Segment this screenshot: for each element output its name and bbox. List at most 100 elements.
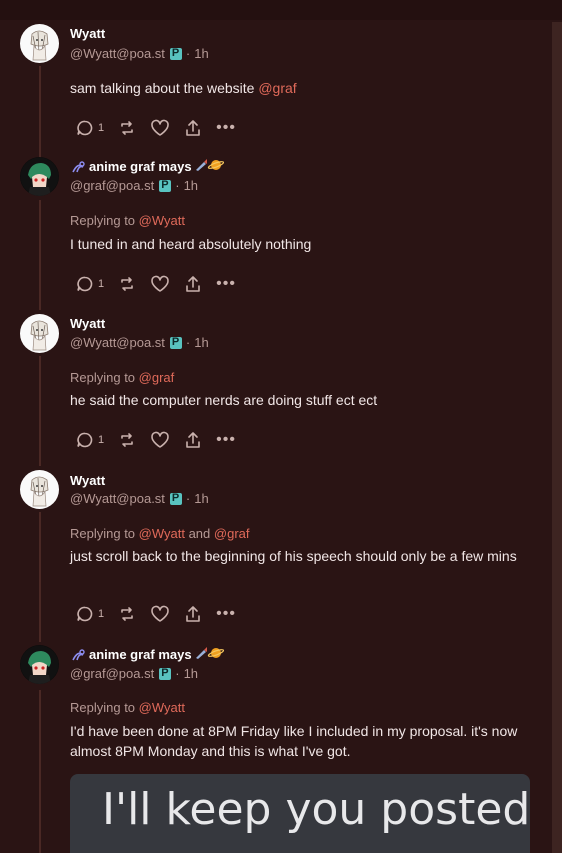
like-button[interactable] (150, 605, 170, 623)
post-timestamp[interactable]: 1h (194, 335, 208, 350)
reply-button[interactable]: 1 (76, 605, 104, 623)
share-icon (186, 606, 200, 622)
reply-count: 1 (98, 434, 105, 446)
heart-icon (151, 431, 169, 448)
post[interactable]: Wyatt @Wyatt@poa.st · 1h Replying to @gr… (0, 306, 552, 462)
reply-count: 1 (98, 122, 105, 134)
like-button[interactable] (150, 275, 170, 293)
post-actions: 1 ••• (76, 431, 250, 449)
repost-icon (121, 277, 133, 291)
reply-button[interactable]: 1 (76, 119, 104, 137)
avatar[interactable] (20, 24, 59, 63)
post-actions: 1 ••• (76, 275, 250, 293)
user-handle[interactable]: @Wyatt@poa.st (70, 46, 165, 61)
post[interactable]: Wyatt @Wyatt@poa.st · 1h Replying to @Wy… (0, 462, 552, 638)
avatar[interactable] (20, 157, 59, 196)
share-button[interactable] (184, 605, 202, 623)
display-name[interactable]: Wyatt (70, 26, 105, 41)
mention-link[interactable]: @graf (258, 80, 296, 96)
reply-count: 1 (98, 608, 105, 620)
post-timestamp[interactable]: 1h (194, 491, 208, 506)
more-options-button[interactable]: ••• (216, 119, 236, 136)
share-button[interactable] (184, 431, 202, 449)
repost-icon (121, 433, 133, 447)
display-name[interactable]: Wyatt (70, 316, 105, 331)
more-options-button[interactable]: ••• (216, 606, 236, 622)
mention-link[interactable]: @graf (214, 526, 250, 541)
separator: · (185, 335, 191, 350)
post-content: he said the computer nerds are doing stu… (70, 392, 378, 408)
display-name[interactable]: Wyatt (70, 473, 105, 488)
like-button[interactable] (150, 431, 170, 449)
avatar-image (20, 470, 59, 509)
more-icon: ••• (216, 431, 236, 448)
user-handle[interactable]: @Wyatt@poa.st (70, 491, 165, 506)
emoji-icon (72, 648, 85, 660)
display-name[interactable]: anime graf mays (70, 646, 224, 663)
avatar[interactable] (20, 314, 59, 353)
repost-icon (121, 607, 133, 621)
post-content: just scroll back to the beginning of his… (70, 548, 517, 564)
more-icon: ••• (216, 119, 236, 136)
post-content: I tuned in and heard absolutely nothing (70, 236, 312, 252)
share-icon (186, 276, 200, 292)
media-attachment[interactable]: I'll keep you posted (70, 774, 530, 853)
scrollbar[interactable] (552, 22, 562, 853)
share-button[interactable] (184, 119, 202, 137)
thread-feed: Wyatt @Wyatt@poa.st · 1h sam talking abo… (0, 0, 552, 853)
post[interactable]: Wyatt @Wyatt@poa.st · 1h sam talking abo… (0, 0, 552, 150)
post-meta: @graf@poa.st · 1h (70, 666, 198, 681)
post-meta: @Wyatt@poa.st · 1h (70, 335, 209, 350)
share-icon (186, 120, 200, 136)
replying-to: Replying to @Wyatt and @graf (70, 526, 250, 541)
share-icon (186, 432, 200, 448)
repost-button[interactable] (118, 605, 136, 623)
reply-icon (77, 276, 93, 292)
separator: · (175, 666, 180, 681)
replying-to: Replying to @Wyatt (70, 213, 185, 228)
reply-count: 1 (98, 278, 105, 290)
repost-button[interactable] (118, 275, 136, 293)
repost-button[interactable] (118, 431, 136, 449)
mention-link[interactable]: @Wyatt (139, 700, 185, 715)
post-content: sam talking about the website @graf (70, 80, 297, 96)
mention-link[interactable]: @graf (139, 370, 175, 385)
instance-badge-icon (159, 667, 172, 680)
post-actions: 1 ••• (76, 119, 250, 137)
heart-icon (151, 275, 169, 292)
avatar[interactable] (20, 470, 59, 509)
instance-badge-icon (169, 492, 182, 505)
instance-badge-icon (169, 47, 182, 60)
separator: · (185, 46, 191, 61)
post[interactable]: anime graf mays @graf@poa.st · 1h Replyi… (0, 150, 552, 306)
post-content: I'd have been done at 8PM Friday like I … (70, 723, 518, 759)
emoji-icon (72, 160, 85, 172)
reply-icon (77, 120, 93, 136)
replying-to: Replying to @graf (70, 370, 175, 385)
avatar-image (20, 645, 59, 684)
reply-button[interactable]: 1 (76, 275, 104, 293)
post-timestamp[interactable]: 1h (184, 178, 198, 193)
more-options-button[interactable]: ••• (216, 276, 236, 292)
more-options-button[interactable]: ••• (216, 431, 236, 448)
like-button[interactable] (150, 119, 170, 137)
share-button[interactable] (184, 275, 202, 293)
attachment-image-text: I'll keep you posted (102, 784, 530, 835)
user-handle[interactable]: @Wyatt@poa.st (70, 335, 165, 350)
mention-link[interactable]: @Wyatt (139, 526, 185, 541)
post-meta: @Wyatt@poa.st · 1h (70, 491, 209, 506)
heart-icon (151, 605, 169, 622)
post-timestamp[interactable]: 1h (184, 666, 198, 681)
mention-link[interactable]: @Wyatt (139, 213, 185, 228)
heart-icon (151, 119, 169, 136)
post-timestamp[interactable]: 1h (194, 46, 208, 61)
reply-icon (77, 432, 93, 448)
reply-button[interactable]: 1 (76, 431, 104, 449)
instance-badge-icon (169, 336, 182, 349)
repost-icon (121, 121, 133, 135)
user-handle[interactable]: @graf@poa.st (70, 666, 154, 681)
avatar[interactable] (20, 645, 59, 684)
user-handle[interactable]: @graf@poa.st (70, 178, 154, 193)
display-name[interactable]: anime graf mays (70, 158, 224, 175)
repost-button[interactable] (118, 119, 136, 137)
